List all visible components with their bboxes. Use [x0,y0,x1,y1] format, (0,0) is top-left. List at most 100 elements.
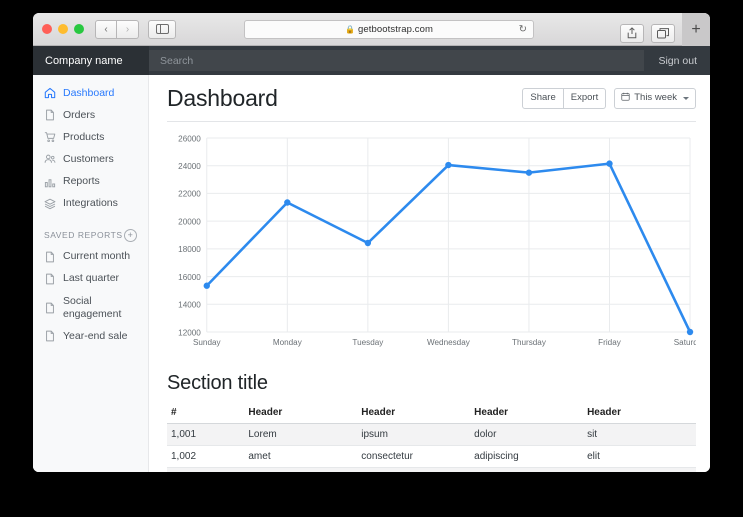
table-cell: dolor [470,423,584,446]
sidebar-item-customers[interactable]: Customers [33,148,148,170]
table-body: 1,001 Lorem ipsum dolor sit 1,002 amet c… [167,423,696,472]
reload-icon[interactable]: ↻ [519,24,527,35]
bar-chart-icon [43,175,56,188]
sales-line-chart[interactable]: 12000 14000 16000 18000 20000 22000 24000 26000… [167,132,696,354]
table-cell: Integer [244,467,358,472]
sidebar-item-label: Year-end sale [63,329,128,342]
sidebar-item-integrations[interactable]: Integrations [33,193,148,215]
chart-x-tick-label: Thursday [512,338,547,347]
search-input[interactable] [149,53,645,68]
share-button[interactable]: Share [522,88,564,109]
layers-icon [43,197,56,210]
sidebar-item-label: Current month [63,250,131,263]
share-icon[interactable] [620,23,644,43]
file-icon [43,109,56,122]
table-cell: Lorem [244,423,358,446]
date-range-dropdown[interactable]: This week [614,88,696,109]
table-cell: 1,001 [167,423,245,446]
chart-y-tick-label: 16000 [178,273,201,282]
home-icon [43,87,56,100]
sidebar-saved-current-month[interactable]: Current month [33,246,148,268]
table-cell: amet [244,445,358,468]
date-range-label: This week [634,92,677,104]
table-row[interactable]: 1,003 Integer nec odio Praesent [167,467,696,472]
close-window-button[interactable] [42,24,52,34]
window-traffic-lights [42,24,84,34]
sidebar-item-reports[interactable]: Reports [33,171,148,193]
sidebar-toggle-icon[interactable] [148,19,176,39]
page-header: Dashboard Share Export This week [167,75,696,122]
sidebar-item-dashboard[interactable]: Dashboard [33,82,148,104]
table-header-cell: Header [470,402,584,424]
chart-data-point[interactable] [364,239,372,247]
new-tab-button[interactable]: + [682,13,710,46]
sidebar-item-products[interactable]: Products [33,126,148,148]
sidebar-item-label: Orders [63,108,96,121]
chart-data-point[interactable] [203,282,210,289]
table-header-cell: Header [357,402,471,424]
table-cell: Praesent [583,467,696,472]
chart-data-point[interactable] [525,169,533,176]
chart-data-point[interactable] [686,328,694,336]
back-icon[interactable]: ‹ [95,19,117,39]
table-cell: ipsum [357,423,471,446]
chart-data-point[interactable] [606,160,613,167]
table-row[interactable]: 1,002 amet consectetur adipiscing elit [167,445,696,468]
chart-y-tick-label: 12000 [178,328,201,337]
file-icon [43,272,56,285]
calendar-icon [621,92,630,104]
search-field-wrapper [149,50,645,71]
sign-out-link[interactable]: Sign out [644,46,710,75]
table-header-cell: # [167,402,245,424]
chart-data-point[interactable] [284,199,291,206]
titlebar-right-controls: + [620,13,710,46]
file-icon [43,301,56,314]
navbar-brand[interactable]: Company name [33,46,149,75]
tabs-glyph [657,27,669,38]
minimize-window-button[interactable] [58,24,68,34]
plus-circle-icon[interactable]: + [124,228,137,242]
table-cell: nec [357,467,471,472]
sidebar-item-label: Last quarter [63,272,120,285]
browser-nav-buttons: ‹ › [95,19,139,39]
file-icon [43,250,56,263]
page-title: Dashboard [167,85,278,111]
browser-window: ‹ › 🔒 getbootstrap.com ↻ + Company name … [33,13,710,472]
sidebar-saved-year-end-sale[interactable]: Year-end sale [33,325,148,347]
top-navbar: Company name Sign out [33,46,710,75]
sidebar-item-label: Integrations [63,197,118,210]
table-head: # Header Header Header Header [167,402,696,424]
table-header-cell: Header [583,402,696,424]
page-body: Dashboard Orders Products Customers Repo… [33,75,710,472]
export-button[interactable]: Export [563,88,607,109]
forward-icon[interactable]: › [117,19,139,39]
browser-titlebar: ‹ › 🔒 getbootstrap.com ↻ + [33,13,710,46]
chart-y-tick-label: 22000 [178,190,201,199]
sidebar-saved-social-engagement[interactable]: Social engagement [33,290,148,325]
chart-x-tick-label: Monday [273,338,303,347]
sidebar-item-label: Dashboard [63,86,115,99]
maximize-window-button[interactable] [74,24,84,34]
table-cell: odio [470,467,584,472]
sidebar-item-orders[interactable]: Orders [33,104,148,126]
tab-overview-icon[interactable] [651,23,675,43]
sidebar-saved-last-quarter[interactable]: Last quarter [33,268,148,290]
cart-icon [43,131,56,144]
sidebar-item-label: Reports [63,175,100,187]
table-row[interactable]: 1,001 Lorem ipsum dolor sit [167,423,696,446]
saved-reports-title: Saved reports [44,230,123,241]
table-cell: elit [583,445,696,468]
chart-data-point[interactable] [445,161,452,169]
address-bar[interactable]: 🔒 getbootstrap.com ↻ [244,20,534,39]
table-cell: adipiscing [470,445,584,468]
table-cell: 1,002 [167,445,245,468]
table-header-cell: Header [244,402,358,424]
chart-svg: 12000 14000 16000 18000 20000 22000 24000 26000… [178,134,696,347]
users-icon [43,153,56,166]
lock-icon: 🔒 [345,25,355,34]
saved-reports-header: Saved reports + [33,215,148,246]
chart-y-tick-label: 24000 [178,162,201,171]
chart-x-tick-label: Saturday [674,338,696,347]
chart-y-tick-label: 26000 [178,134,201,143]
sidebar-item-label: Products [63,130,105,143]
